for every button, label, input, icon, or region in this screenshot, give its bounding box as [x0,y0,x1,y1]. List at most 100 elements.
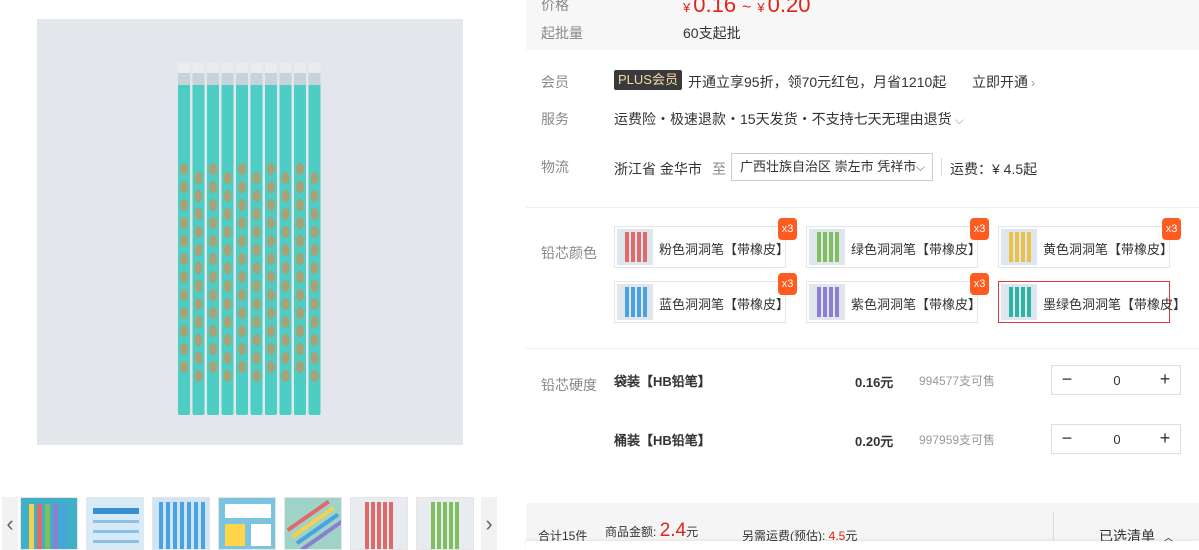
color-option-card[interactable]: 墨绿色洞洞笔【带橡皮】 [998,281,1186,323]
color-option-card[interactable]: 绿色洞洞笔【带橡皮】 x3 [806,218,989,268]
thumbnail-prev-button[interactable]: ‹ [2,497,18,550]
goods-amount-value: 2.4 [659,520,687,541]
thumbnail-image [417,498,473,549]
hardness-row-name: 袋装【HB铅笔】 [614,374,711,389]
thumbnail-6[interactable] [350,497,408,550]
quantity-stepper: − + [1051,424,1181,454]
thumbnail-strip: ‹ › [0,497,500,550]
quantity-input[interactable] [1084,369,1150,391]
thumbnail-image [87,498,143,549]
color-option-thumbnail [1001,284,1037,320]
thumbnail-5[interactable] [284,497,342,550]
color-option-label: 蓝色洞洞笔【带橡皮】 [659,297,790,312]
price-range: ¥0.16 ~ ¥0.20 [683,0,810,18]
currency-symbol: ¥ [757,0,765,15]
pencil-thumbnail-image [1001,284,1037,320]
ship-to-label: 至 [712,161,726,177]
destination-value: 广西壮族自治区 崇左市 凭祥市 [740,159,917,174]
color-option-label: 墨绿色洞洞笔【带橡皮】 [1043,297,1187,312]
color-option-label: 粉色洞洞笔【带橡皮】 [659,242,790,257]
thumbnail-image [285,498,341,549]
thumbnail-4[interactable] [218,497,276,550]
color-option-thumbnail [617,284,653,320]
pencil-thumbnail-image [617,229,653,265]
color-option-label: 紫色洞洞笔【带橡皮】 [851,297,982,312]
quantity-badge: x3 [1162,218,1181,240]
color-option-card[interactable]: 粉色洞洞笔【带橡皮】 x3 [614,218,797,268]
increase-button[interactable]: + [1150,425,1180,453]
goods-amount-label: 商品金额: [605,525,657,539]
thumbnail-3[interactable] [152,497,210,550]
section-divider [526,207,1199,208]
thumbnail-image [21,498,77,549]
pencils-illustration [178,63,321,415]
chevron-down-icon: ⌵ [954,113,964,127]
chevron-right-icon: › [1031,76,1035,90]
member-label: 会员 [541,74,569,90]
pencil-thumbnail-image [809,284,845,320]
price-high: 0.20 [767,0,811,17]
main-product-image [37,19,463,445]
ship-origin: 浙江省 金华市 [614,161,702,177]
thumbnail-image [153,498,209,549]
quantity-badge: x3 [970,218,989,240]
quantity-badge: x3 [778,273,797,295]
chevron-left-icon: ‹ [6,510,14,536]
goods-amount-unit: 元 [686,525,699,539]
footer-edge [526,541,1199,550]
min-order-value: 60支起批 [683,25,741,41]
shipping-fee: 运费：¥ 4.5起 [950,161,1038,177]
plus-member-badge: PLUS会员 [614,70,682,90]
color-option-label: 铅芯颜色 [541,245,597,261]
member-promo-text: 开通立享95折，领70元红包，月省1210起 [688,74,947,90]
hardness-row-price: 0.20元 [855,434,894,449]
pencil-thumbnail-image [617,284,653,320]
price-tilde: ~ [742,0,752,16]
goods-amount: 商品金额: 2.4元 [605,520,698,542]
color-option-card[interactable]: 蓝色洞洞笔【带橡皮】 x3 [614,273,797,323]
thumbnail-image [351,498,407,549]
hardness-label: 铅芯硬度 [541,377,597,393]
quantity-badge: x3 [778,218,797,240]
color-option-thumbnail [809,284,845,320]
increase-button[interactable]: + [1150,366,1180,394]
color-option-card[interactable]: 紫色洞洞笔【带橡皮】 x3 [806,273,989,323]
chevron-right-icon: › [485,510,493,536]
decrease-button[interactable]: − [1052,366,1082,394]
hardness-row-name: 桶装【HB铅笔】 [614,433,711,448]
service-text: 运费险・极速退款・15天发货・不支持七天无理由退货 [614,111,952,127]
price-label: 价格 [541,0,569,13]
color-option-card[interactable]: 黄色洞洞笔【带橡皮】 x3 [998,218,1181,268]
logistics-label: 物流 [541,159,569,175]
color-option-thumbnail [617,229,653,265]
quantity-input[interactable] [1084,428,1150,450]
price-band [526,0,1199,50]
service-dropdown[interactable]: 运费险・极速退款・15天发货・不支持七天无理由退货 ⌵ [614,109,964,129]
chevron-down-icon: ⌵ [915,160,925,174]
thumbnail-7[interactable] [416,497,474,550]
thumbnail-image [219,498,275,549]
thumbnail-2[interactable] [86,497,144,550]
price-low: 0.16 [693,0,737,17]
hardness-row-stock: 994577支可售 [919,374,996,388]
hardness-row-price: 0.16元 [855,375,894,390]
divider [941,158,942,176]
open-membership-label: 立即开通 [972,74,1028,90]
min-order-label: 起批量 [541,25,583,41]
pencil-thumbnail-image [809,229,845,265]
color-option-label: 黄色洞洞笔【带橡皮】 [1043,242,1174,257]
quantity-stepper: − + [1051,365,1181,395]
currency-symbol: ¥ [683,0,691,15]
service-label: 服务 [541,111,569,127]
destination-select[interactable]: 广西壮族自治区 崇左市 凭祥市 ⌵ [731,153,933,181]
color-option-thumbnail [1001,229,1037,265]
thumbnail-1[interactable] [20,497,78,550]
pencil-thumbnail-image [1001,229,1037,265]
open-membership-link[interactable]: 立即开通 › [972,72,1035,92]
hardness-row-stock: 997959支可售 [919,433,996,447]
quantity-badge: x3 [970,273,989,295]
section-divider [526,348,1199,349]
decrease-button[interactable]: − [1052,425,1082,453]
color-option-thumbnail [809,229,845,265]
thumbnail-next-button[interactable]: › [481,497,497,550]
